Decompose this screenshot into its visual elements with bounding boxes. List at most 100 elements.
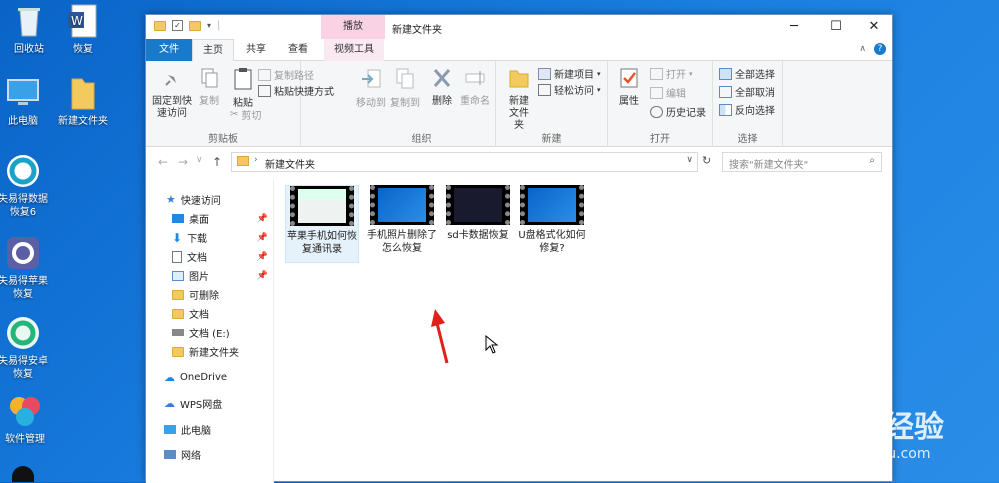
paste-shortcut-icon bbox=[258, 84, 271, 97]
software-manager-icon bbox=[6, 392, 44, 430]
open-button[interactable]: 打开 ▾ bbox=[650, 66, 693, 81]
delete-button[interactable]: 删除 bbox=[428, 67, 456, 108]
copy-path-icon bbox=[258, 68, 271, 81]
cut-button[interactable]: ✂ 剪切 bbox=[230, 107, 261, 122]
properties-label: 属性 bbox=[619, 96, 639, 107]
minimize-button[interactable]: ─ bbox=[774, 15, 814, 39]
nav-label: OneDrive bbox=[180, 372, 228, 383]
nav-label: 图片 bbox=[189, 272, 209, 283]
select-all-button[interactable]: 全部选择 bbox=[719, 66, 775, 81]
new-item-icon bbox=[538, 67, 551, 80]
history-button[interactable]: 历史记录 bbox=[650, 104, 706, 119]
properties-check-icon[interactable]: ✓ bbox=[172, 20, 183, 31]
file-item[interactable]: sd卡数据恢复 bbox=[441, 185, 515, 242]
video-thumbnail bbox=[446, 185, 510, 225]
new-item-label: 新建项目 bbox=[554, 70, 594, 81]
drive-icon bbox=[172, 329, 184, 336]
desktop-icon-software-manager[interactable]: 软件管理 bbox=[0, 392, 54, 446]
rename-button[interactable]: 重命名 bbox=[458, 67, 492, 108]
pin-icon bbox=[150, 67, 194, 93]
up-arrow-icon[interactable]: ↑ bbox=[212, 155, 222, 169]
nav-item-pictures[interactable]: 图片 📌 bbox=[172, 266, 274, 285]
copy-to-button[interactable]: 复制到 bbox=[388, 67, 422, 110]
tab-home[interactable]: 主页 bbox=[192, 39, 234, 62]
copy-path-button[interactable]: 复制路径 bbox=[258, 67, 314, 82]
watermark-url: jingyan.baidu.com bbox=[801, 446, 931, 462]
star-icon: ★ bbox=[166, 193, 176, 206]
easy-access-label: 轻松访问 bbox=[554, 86, 594, 97]
address-dropdown-icon[interactable]: ∨ bbox=[686, 155, 693, 165]
desktop-icon-this-pc[interactable]: 此电脑 bbox=[0, 74, 52, 128]
desktop-icon-new-folder[interactable]: 新建文件夹 bbox=[54, 74, 112, 128]
nav-item-documents-folder[interactable]: 文档 bbox=[172, 304, 209, 323]
nav-network[interactable]: 网络 bbox=[164, 445, 201, 464]
nav-item-removable[interactable]: 可删除 bbox=[172, 285, 219, 304]
desktop-icon-recover-doc[interactable]: W 恢复 bbox=[54, 2, 112, 56]
breadcrumb-chevron-icon[interactable]: › bbox=[254, 155, 258, 165]
file-item[interactable]: U盘格式化如何修复? bbox=[515, 185, 589, 255]
pin-quick-access-button[interactable]: 固定到快速访问 bbox=[150, 67, 194, 120]
nav-label: 新建文件夹 bbox=[189, 348, 239, 359]
nav-this-pc[interactable]: 此电脑 bbox=[164, 420, 211, 439]
nav-wps[interactable]: ☁ WPS网盘 bbox=[164, 394, 222, 413]
desktop-icon-label: 软件管理 bbox=[5, 434, 45, 445]
forward-arrow-icon[interactable]: → bbox=[178, 155, 188, 169]
copy-path-label: 复制路径 bbox=[274, 71, 314, 82]
computer-icon bbox=[4, 74, 42, 112]
tab-view[interactable]: 查看 bbox=[278, 39, 318, 61]
desktop-icon-recovery-6[interactable]: 失易得数据恢复6 bbox=[0, 152, 52, 219]
recent-locations-icon[interactable]: ∨ bbox=[196, 155, 203, 165]
new-folder-label: 新建文件夹 bbox=[509, 96, 529, 131]
nav-label: 可删除 bbox=[189, 291, 219, 302]
computer-icon bbox=[164, 425, 176, 434]
properties-button[interactable]: 属性 bbox=[614, 67, 644, 108]
desktop-icon-partial[interactable] bbox=[12, 466, 34, 482]
file-item[interactable]: 苹果手机如何恢复通讯录 bbox=[285, 185, 359, 263]
mouse-cursor-icon bbox=[485, 335, 499, 354]
maximize-button[interactable]: ☐ bbox=[816, 15, 856, 39]
help-icon[interactable]: ? bbox=[874, 43, 886, 55]
address-box[interactable]: › 新建文件夹 ∨ bbox=[231, 152, 698, 172]
qat-dropdown-icon[interactable]: ▾ bbox=[207, 21, 211, 30]
desktop-icon-recycle-bin[interactable]: 回收站 bbox=[0, 2, 58, 56]
nav-item-documents[interactable]: 文档 📌 bbox=[172, 247, 274, 266]
edit-button[interactable]: 编辑 bbox=[650, 85, 686, 100]
breadcrumb-path[interactable]: 新建文件夹 bbox=[265, 156, 315, 171]
search-input[interactable]: 搜索"新建文件夹" ⌕ bbox=[722, 152, 882, 172]
tab-share[interactable]: 共享 bbox=[236, 39, 276, 61]
new-item-button[interactable]: 新建项目 ▾ bbox=[538, 66, 601, 81]
nav-onedrive[interactable]: ☁ OneDrive bbox=[164, 368, 227, 387]
refresh-icon[interactable]: ↻ bbox=[702, 154, 711, 167]
nav-item-drive-e[interactable]: 文档 (E:) bbox=[172, 323, 230, 342]
move-to-button[interactable]: 移动到 bbox=[354, 67, 388, 110]
back-arrow-icon[interactable]: ← bbox=[158, 155, 168, 169]
file-item[interactable]: 手机照片删除了怎么恢复 bbox=[365, 185, 439, 255]
paste-shortcut-button[interactable]: 粘贴快捷方式 bbox=[258, 83, 334, 98]
close-button[interactable]: ✕ bbox=[854, 15, 894, 39]
tab-file[interactable]: 文件 bbox=[146, 39, 192, 61]
desktop-icon-android-recovery[interactable]: 失易得安卓恢复 bbox=[0, 314, 52, 381]
nav-item-new-folder[interactable]: 新建文件夹 bbox=[172, 342, 239, 361]
new-folder-quick-icon[interactable] bbox=[189, 20, 201, 31]
easy-access-button[interactable]: 轻松访问 ▾ bbox=[538, 82, 601, 97]
desktop-icon-apple-recovery[interactable]: 失易得苹果恢复 bbox=[0, 234, 52, 301]
context-tab-play[interactable]: 播放 bbox=[321, 15, 385, 39]
invert-selection-button[interactable]: 反向选择 bbox=[719, 102, 775, 117]
copy-button[interactable]: 复制 bbox=[194, 67, 224, 108]
word-doc-icon: W bbox=[64, 2, 102, 40]
select-none-button[interactable]: 全部取消 bbox=[719, 84, 775, 99]
group-clipboard: 固定到快速访问 复制 粘贴 复制路径 粘贴快捷方式 ✂ 剪切 剪贴板 bbox=[146, 61, 334, 147]
network-icon bbox=[164, 450, 176, 459]
wps-cloud-icon: ☁ bbox=[164, 397, 175, 410]
nav-item-downloads[interactable]: ⬇ 下载 📌 bbox=[172, 228, 274, 247]
collapse-ribbon-icon[interactable]: ∧ bbox=[859, 44, 866, 54]
recovery-app-icon bbox=[4, 152, 42, 190]
nav-item-desktop[interactable]: 桌面 📌 bbox=[172, 209, 274, 228]
paste-button[interactable]: 粘贴 bbox=[226, 67, 260, 110]
new-folder-button[interactable]: 新建文件夹 bbox=[502, 67, 536, 132]
nav-quick-access[interactable]: ★ 快速访问 bbox=[166, 190, 221, 209]
properties-icon bbox=[614, 67, 644, 93]
tab-video-tools[interactable]: 视频工具 bbox=[324, 39, 384, 61]
rename-label: 重命名 bbox=[460, 96, 490, 107]
window-title: 新建文件夹 bbox=[392, 25, 442, 36]
